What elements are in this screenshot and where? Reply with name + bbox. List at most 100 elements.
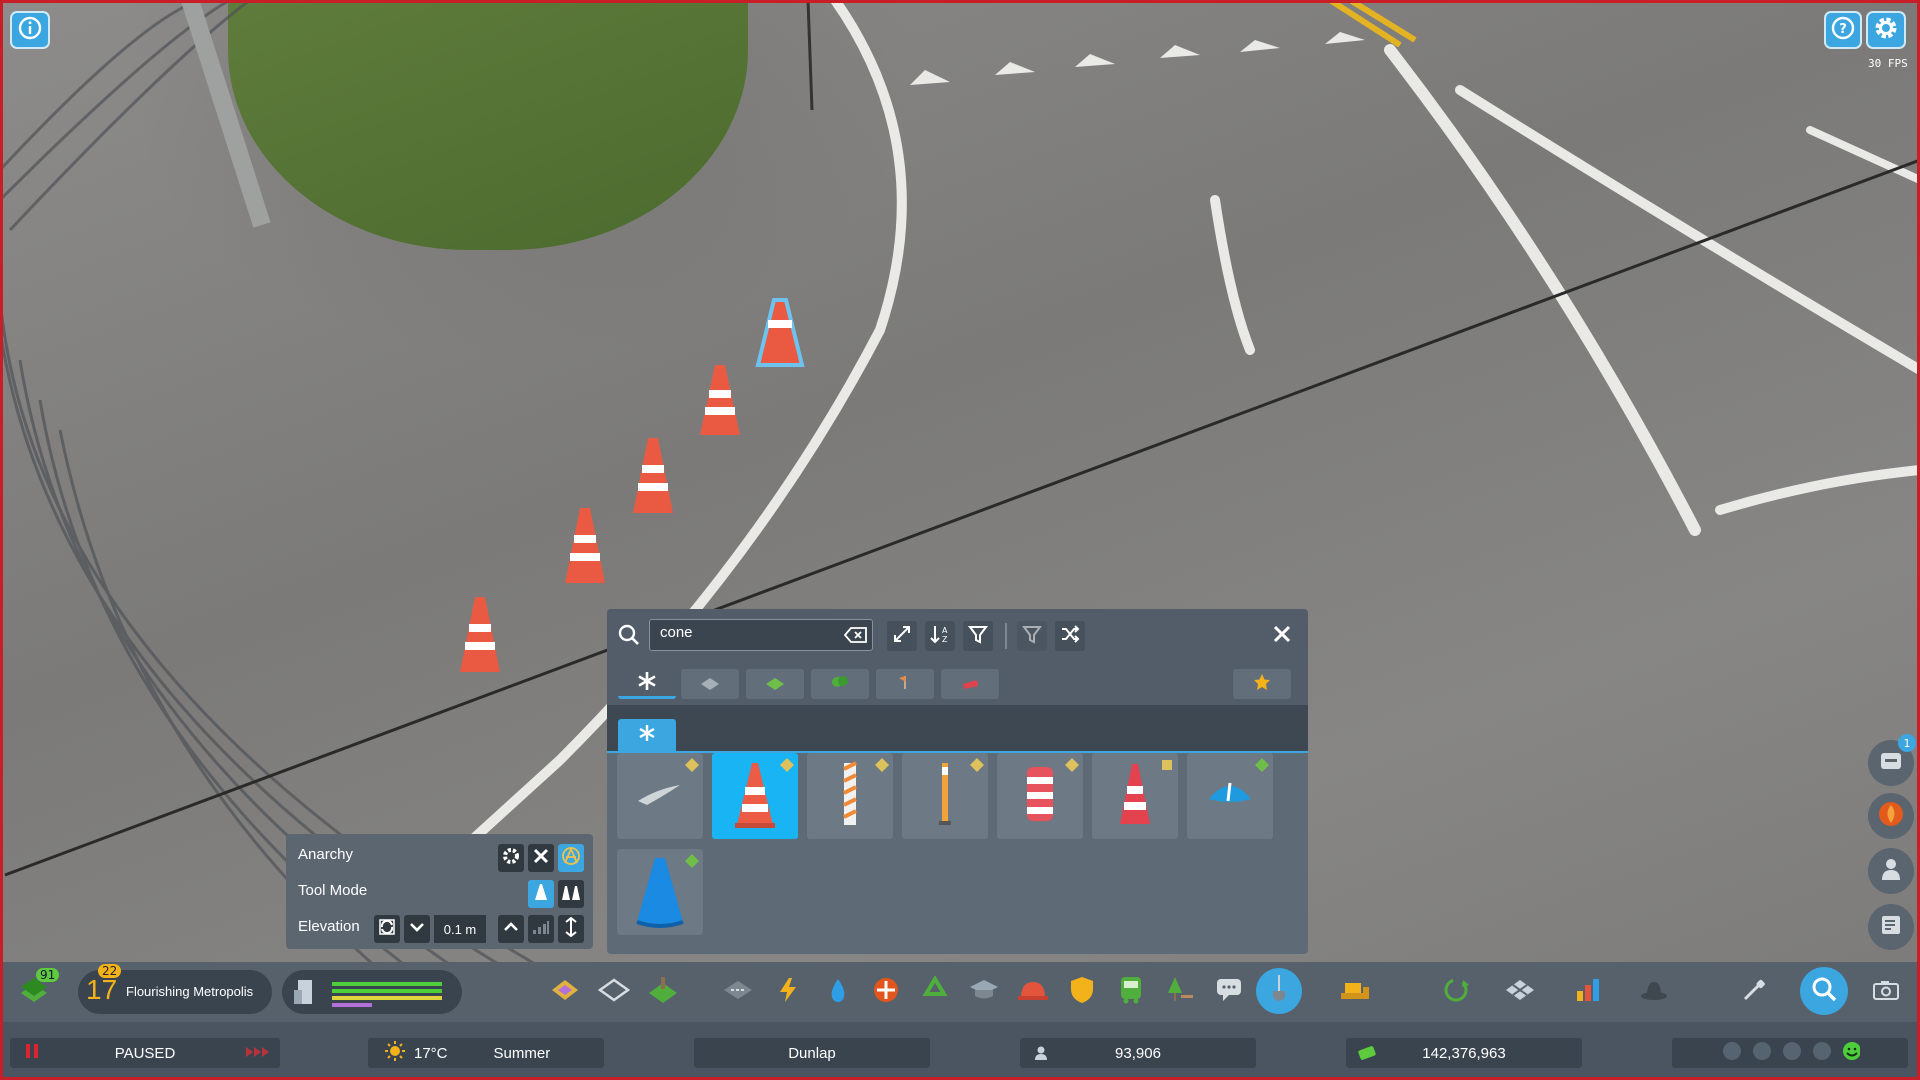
level-number: 17 (86, 974, 118, 1005)
tab-all[interactable] (618, 669, 676, 699)
settings-button[interactable] (1866, 11, 1906, 49)
panel-header: cone AZ (607, 609, 1308, 661)
garbage-button[interactable] (917, 974, 953, 1010)
pause-button[interactable] (10, 1038, 54, 1068)
multi-placement-button[interactable] (558, 880, 584, 908)
notepad-icon (1880, 914, 1902, 940)
road-icon (722, 979, 754, 1005)
elevation-down-button[interactable] (404, 915, 430, 943)
info-button[interactable] (10, 11, 50, 49)
recycle-icon (920, 975, 950, 1008)
asset-tall-cone[interactable] (1092, 753, 1178, 839)
terrain-icon (766, 675, 784, 694)
transportation-button[interactable] (1113, 974, 1149, 1010)
shuffle-button[interactable] (1055, 621, 1085, 651)
tab-vehicles[interactable] (941, 669, 999, 699)
anarchy-settings-button[interactable] (498, 844, 524, 872)
landscaping-button[interactable] (645, 974, 681, 1010)
asset-striped-post[interactable] (807, 753, 893, 839)
speed-button[interactable] (236, 1038, 280, 1068)
wrench-icon (532, 847, 550, 869)
single-placement-button[interactable] (528, 880, 554, 908)
elevation-step-button[interactable] (528, 915, 554, 943)
filter-button[interactable] (963, 621, 993, 651)
money-widget[interactable]: 142,376,963 (1346, 1038, 1582, 1068)
elevation-value[interactable]: 0.1 m (434, 915, 486, 943)
areas-button[interactable] (596, 974, 632, 1010)
close-panel-button[interactable] (1267, 621, 1297, 651)
city-name-label[interactable]: Dunlap (694, 1038, 930, 1068)
water-button[interactable] (820, 974, 856, 1010)
expand-button[interactable] (887, 621, 917, 651)
money-icon (1358, 1046, 1376, 1064)
speech-bubble-icon (1215, 977, 1243, 1007)
elevation-label: Elevation (298, 918, 360, 935)
anarchy-tools-button[interactable] (528, 844, 554, 872)
roads-button[interactable] (720, 974, 756, 1010)
asset-traffic-barrel[interactable] (997, 753, 1083, 839)
police-button[interactable] (1064, 974, 1100, 1010)
tab-terrain[interactable] (746, 669, 804, 699)
health-button[interactable] (868, 974, 904, 1010)
road-marking-icon (635, 779, 685, 813)
help-button[interactable]: ? (1824, 11, 1862, 49)
road-badge-icon (875, 757, 889, 772)
search-tool-button-active[interactable] (1800, 967, 1848, 1015)
zoning-button[interactable] (547, 974, 583, 1010)
asset-traffic-cone[interactable] (712, 753, 798, 839)
journal-button[interactable] (1868, 904, 1914, 950)
fire-rescue-button[interactable] (1015, 974, 1051, 1010)
city-stats-widget[interactable] (282, 970, 462, 1014)
clear-search-icon[interactable] (843, 624, 868, 650)
category-tabs (607, 661, 1308, 705)
happiness-widget[interactable] (1672, 1038, 1908, 1068)
tab-favorites[interactable] (1233, 669, 1291, 699)
asset-flat-blue-cone[interactable] (1187, 753, 1273, 839)
health-icon (871, 975, 901, 1009)
subcategory-all[interactable] (618, 719, 676, 751)
sort-icon: AZ (930, 624, 950, 648)
picker-button[interactable] (1736, 974, 1772, 1010)
elevation-up-button[interactable] (498, 915, 524, 943)
population-widget[interactable]: 93,906 (1020, 1038, 1256, 1068)
bulldozer-button[interactable] (1336, 974, 1372, 1010)
asset-road-marking[interactable] (617, 753, 703, 839)
tab-signs[interactable] (876, 669, 934, 699)
construction-badge-icon (1160, 757, 1174, 771)
sun-icon (384, 1040, 406, 1066)
electricity-button[interactable] (770, 974, 806, 1010)
photo-mode-hat-button[interactable] (1636, 974, 1672, 1010)
tab-road[interactable] (681, 669, 739, 699)
landscaping-icon (647, 975, 679, 1009)
cycle-arrows-icon (1441, 975, 1471, 1009)
search-input[interactable]: cone (649, 619, 873, 651)
notifications-button[interactable]: 1 (1868, 734, 1916, 786)
svg-text:A: A (942, 626, 948, 635)
city-rank-widget[interactable]: 17 22 Flourishing Metropolis (78, 964, 272, 1014)
undo-button[interactable] (1438, 974, 1474, 1010)
communications-button[interactable] (1211, 974, 1247, 1010)
sort-button[interactable]: AZ (925, 621, 955, 651)
milestones-button[interactable]: 91 (16, 968, 60, 1010)
map-tiles-button[interactable] (1502, 974, 1538, 1010)
police-badge-icon (1069, 975, 1095, 1009)
parks-button[interactable] (1162, 974, 1198, 1010)
asset-delineator-post[interactable] (902, 753, 988, 839)
bar-chart-icon (1575, 977, 1601, 1007)
screenshot-button[interactable] (1868, 974, 1904, 1010)
tab-trees[interactable] (811, 669, 869, 699)
citizens-button[interactable] (1868, 848, 1914, 894)
pause-icon (25, 1043, 39, 1063)
anarchy-toggle[interactable] (558, 844, 584, 872)
events-button[interactable] (1868, 793, 1914, 839)
season-label: Summer (493, 1044, 551, 1062)
asset-blue-cone[interactable] (617, 849, 703, 935)
elevation-lock-button[interactable] (558, 915, 584, 943)
lightning-icon (777, 976, 799, 1008)
landscaping-tools-button-active[interactable] (1256, 968, 1302, 1014)
clear-filter-button[interactable] (1017, 621, 1047, 651)
weather-widget[interactable]: 17°C Summer (368, 1038, 604, 1068)
statistics-button[interactable] (1570, 974, 1606, 1010)
education-button[interactable] (966, 974, 1002, 1010)
elevation-reset-button[interactable] (374, 915, 400, 943)
